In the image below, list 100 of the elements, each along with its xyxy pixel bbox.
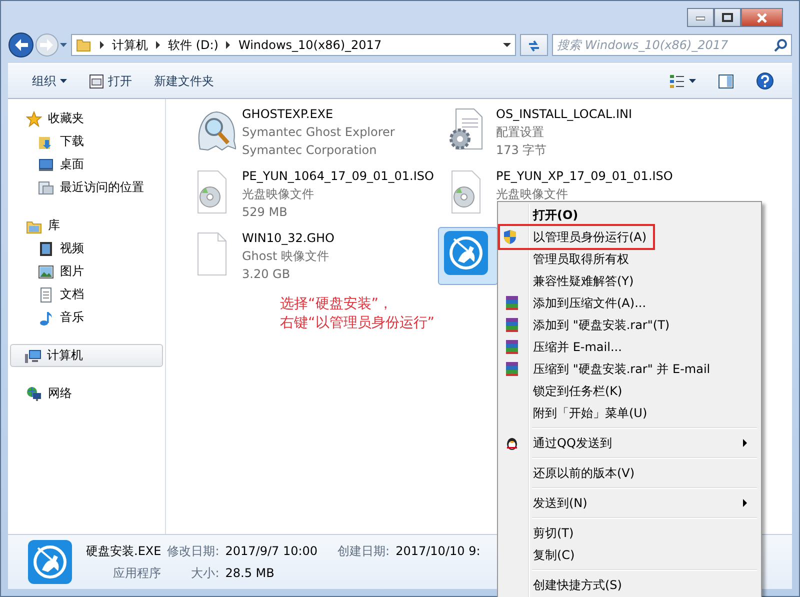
- address-bar[interactable]: 计算机 软件 (D:) Windows_10(x86)_2017: [71, 34, 516, 56]
- file-info: 173 字节: [496, 142, 548, 159]
- toolbar-button[interactable]: 打开: [81, 68, 140, 94]
- book-stack-icon: [504, 339, 520, 355]
- sidebar-label: 下载: [60, 133, 84, 150]
- sidebar-item[interactable]: 图片: [8, 260, 165, 283]
- file-item[interactable]: WIN10_32.GHO Ghost 映像文件 3.20 GB: [184, 227, 434, 285]
- breadcrumb-item[interactable]: Windows_10(x86)_2017: [238, 38, 382, 52]
- star-icon: [26, 110, 42, 126]
- sidebar-label: 收藏夹: [48, 110, 84, 127]
- details-file-type: 应用程序: [112, 564, 162, 582]
- caret-icon: [60, 43, 67, 47]
- menu-item[interactable]: 打开(O): [533, 206, 578, 224]
- menu-item[interactable]: 压缩到 "硬盘安装.rar" 并 E-mail: [533, 360, 710, 378]
- recent-places-icon: [38, 180, 54, 196]
- monitor-icon: [38, 156, 54, 172]
- refresh-button[interactable]: [520, 34, 548, 56]
- file-info: 光盘映像文件: [496, 186, 569, 203]
- sidebar-label: 图片: [60, 263, 84, 280]
- file-item[interactable]: GHOSTEXP.EXE Symantec Ghost Explorer Symantec Corporation: [184, 103, 434, 161]
- sidebar-label: 音乐: [60, 309, 84, 326]
- toolbar-button[interactable]: 组织: [24, 68, 75, 94]
- breadcrumb-arrow-icon: [156, 41, 160, 49]
- sidebar-item[interactable]: 视频: [8, 237, 165, 260]
- menu-item[interactable]: 还原以前的版本(V): [533, 464, 635, 482]
- music-note-icon: [38, 310, 54, 326]
- menu-item[interactable]: 通过QQ发送到: [533, 434, 612, 452]
- breadcrumb-item[interactable]: 软件 (D:): [168, 36, 218, 54]
- sidebar-item[interactable]: 网络: [8, 382, 165, 405]
- breadcrumb-item[interactable]: 计算机: [112, 36, 148, 54]
- sidebar-label: 库: [48, 217, 60, 234]
- sidebar-label: 桌面: [60, 156, 84, 173]
- sidebar-label: 文档: [60, 286, 84, 303]
- details-value: 28.5 MB: [225, 566, 276, 580]
- file-info: 光盘映像文件: [242, 186, 315, 203]
- minimize-button[interactable]: [687, 8, 714, 27]
- file-info: Symantec Ghost Explorer: [242, 124, 395, 141]
- file-name: OS_INSTALL_LOCAL.INI: [496, 106, 632, 123]
- file-item[interactable]: [438, 227, 498, 285]
- sidebar-item[interactable]: 库: [8, 214, 165, 237]
- menu-item[interactable]: 锁定到任务栏(K): [533, 382, 622, 400]
- shield-icon: [502, 229, 518, 245]
- file-name: PE_YUN_XP_17_09_01_01.ISO: [496, 168, 673, 185]
- file-name: WIN10_32.GHO: [242, 230, 335, 247]
- file-item[interactable]: PE_YUN_1064_17_09_01_01.ISO 光盘映像文件 529 MB: [184, 165, 434, 223]
- sidebar-label: 视频: [60, 240, 84, 257]
- menu-item[interactable]: 复制(C): [533, 546, 575, 564]
- menu-item[interactable]: 以管理员身份运行(A): [533, 228, 647, 246]
- menu-item[interactable]: 兼容性疑难解答(Y): [533, 272, 634, 290]
- sidebar-item[interactable]: 计算机: [10, 344, 163, 367]
- file-item[interactable]: OS_INSTALL_LOCAL.INI 配置设置 173 字节: [438, 103, 688, 161]
- penguin-icon: [504, 435, 520, 451]
- toolbar-button[interactable]: 新建文件夹: [146, 68, 222, 94]
- maximize-icon: [722, 13, 733, 22]
- menu-item[interactable]: 附到「开始」菜单(U): [533, 404, 648, 422]
- sidebar-label: 计算机: [47, 347, 83, 364]
- document-icon: [38, 286, 54, 302]
- caret-icon: [60, 79, 67, 83]
- sidebar-item[interactable]: 下载: [8, 130, 165, 153]
- minimize-icon: [696, 14, 705, 21]
- forward-button-icon: [34, 32, 60, 58]
- book-stack-icon: [504, 361, 520, 377]
- help-icon: [756, 72, 774, 90]
- sidebar-item[interactable]: 最近访问的位置: [8, 176, 165, 199]
- details-label: 修改日期:: [167, 542, 220, 560]
- sidebar-label: 最近访问的位置: [60, 179, 144, 196]
- menu-item[interactable]: 发送到(N): [533, 494, 588, 512]
- book-stack-icon: [504, 317, 520, 333]
- menu-item[interactable]: 添加到压缩文件(A)...: [533, 294, 646, 312]
- menu-item[interactable]: 创建快捷方式(S): [533, 576, 622, 594]
- details-value: 2017/9/7 10:00: [225, 544, 318, 558]
- sidebar-item[interactable]: 收藏夹: [8, 107, 165, 130]
- file-info: 3.20 GB: [242, 266, 292, 283]
- window-icon: [89, 74, 104, 88]
- file-info: 配置设置: [496, 124, 545, 141]
- folder-icon: [76, 37, 92, 53]
- menu-item[interactable]: 添加到 "硬盘安装.rar"(T): [533, 316, 670, 334]
- file-name: PE_YUN_1064_17_09_01_01.ISO: [242, 168, 434, 185]
- back-button-icon: [8, 32, 34, 58]
- film-icon: [38, 240, 54, 256]
- annotation-text: 选择“硬盘安装”，: [280, 295, 394, 314]
- menu-item[interactable]: 管理员取得所有权: [533, 250, 629, 268]
- sidebar-item[interactable]: 桌面: [8, 153, 165, 176]
- search-field[interactable]: 搜索 Windows_10(x86)_2017: [552, 34, 792, 56]
- refresh-icon: [526, 38, 542, 52]
- menu-item[interactable]: 压缩并 E-mail...: [533, 338, 622, 356]
- file-info: Symantec Corporation: [242, 142, 378, 159]
- details-file-name: 硬盘安装.EXE: [86, 542, 162, 560]
- maximize-button[interactable]: [714, 8, 741, 27]
- sidebar-label: 网络: [48, 385, 72, 402]
- book-stack-icon: [504, 295, 520, 311]
- close-button[interactable]: [741, 8, 783, 27]
- menu-item[interactable]: 剪切(T): [533, 524, 574, 542]
- sidebar-item[interactable]: 文档: [8, 283, 165, 306]
- sidebar-item[interactable]: 音乐: [8, 306, 165, 329]
- dropdown-caret-icon: [503, 43, 511, 47]
- caret-icon: [689, 79, 696, 83]
- annotation-text: 右键“以管理员身份运行”: [280, 314, 435, 333]
- network-globe-icon: [26, 386, 42, 402]
- details-label: 大小:: [190, 564, 220, 582]
